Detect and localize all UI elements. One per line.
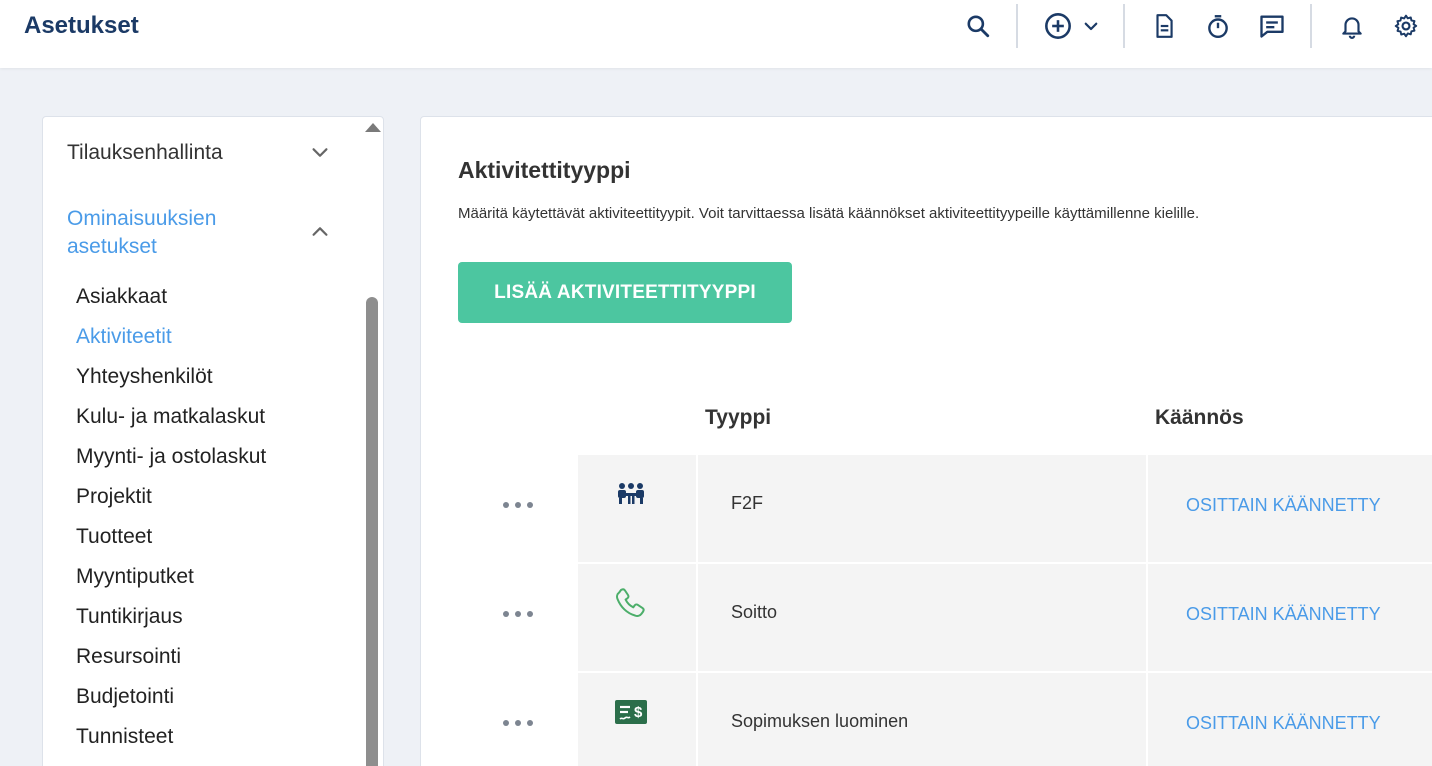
sidebar-item-yhteyshenkilot[interactable]: Yhteyshenkilöt [76,365,213,389]
contract-icon: $ [615,700,647,724]
sidebar-item-myyntiputket[interactable]: Myyntiputket [76,565,194,589]
type-cell: F2F [698,455,1146,562]
sidebar-section-ominaisuuksien-asetukset[interactable]: Ominaisuuksien asetukset [67,205,267,261]
translation-status-link[interactable]: OSITTAIN KÄÄNNETTY [1186,495,1381,516]
toolbar-divider [1016,4,1018,48]
sidebar-section-label: Tilauksenhallinta [67,141,223,164]
sidebar-section-label: Ominaisuuksien asetukset [67,207,217,258]
table-row: $ Sopimuksen luominen OSITTAIN KÄÄNNETTY [421,673,1432,766]
settings-sidebar: Tilauksenhallinta Ominaisuuksien asetuks… [42,116,384,766]
sidebar-item-resursointi[interactable]: Resursointi [76,645,181,669]
chevron-up-icon[interactable] [309,221,331,243]
section-title: Aktivitettityyppi [458,157,631,183]
type-icon-cell [578,455,696,562]
add-activity-type-button[interactable]: LISÄÄ AKTIVITEETTITYYPPI [458,262,792,323]
type-icon-cell: $ [578,673,696,766]
sidebar-item-myynti-ja-ostolaskut[interactable]: Myynti- ja ostolaskut [76,445,266,469]
activity-type-name: F2F [731,493,764,513]
sidebar-item-aktiviteetit[interactable]: Aktiviteetit [76,325,172,349]
scrollbar-thumb[interactable] [366,297,378,766]
sidebar-item-kulu-ja-matkalaskut[interactable]: Kulu- ja matkalaskut [76,405,265,429]
type-cell: Sopimuksen luominen [698,673,1146,766]
activity-type-name: Soitto [731,602,778,622]
table-row: Soitto OSITTAIN KÄÄNNETTY [421,564,1432,671]
sidebar-item-projektit[interactable]: Projektit [76,485,152,509]
bell-icon[interactable] [1336,10,1368,42]
column-header-type: Tyyppi [705,406,772,429]
sidebar-item-budjetointi[interactable]: Budjetointi [76,685,174,709]
stopwatch-icon[interactable] [1202,10,1234,42]
translation-cell: OSITTAIN KÄÄNNETTY [1148,455,1432,562]
more-options-icon[interactable] [503,604,533,624]
section-description: Määritä käytettävät aktiviteettityypit. … [458,205,1200,222]
phone-icon [616,588,645,617]
scroll-up-arrow[interactable] [365,123,381,132]
gear-icon[interactable] [1390,10,1422,42]
sidebar-item-tuntikirjaus[interactable]: Tuntikirjaus [76,605,183,629]
svg-text:$: $ [634,704,643,721]
translation-cell: OSITTAIN KÄÄNNETTY [1148,673,1432,766]
toolbar-divider [1310,4,1312,48]
activity-type-panel: Aktivitettityyppi Määritä käytettävät ak… [420,116,1432,766]
top-bar: Asetukset [0,0,1432,68]
search-icon[interactable] [962,10,994,42]
sidebar-item-asiakkaat[interactable]: Asiakkaat [76,285,167,309]
activity-type-name: Sopimuksen luominen [731,711,909,731]
chevron-down-icon[interactable] [309,142,331,164]
type-icon-cell [578,564,696,671]
chat-icon[interactable] [1256,10,1288,42]
more-options-icon[interactable] [503,713,533,733]
meeting-icon [618,483,644,504]
sidebar-item-tunnisteet[interactable]: Tunnisteet [76,725,173,749]
toolbar-divider [1123,4,1125,48]
type-cell: Soitto [698,564,1146,671]
more-options-icon[interactable] [503,495,533,515]
add-circle-icon[interactable] [1042,10,1074,42]
table-row: F2F OSITTAIN KÄÄNNETTY [421,455,1432,562]
page-title: Asetukset [24,12,139,39]
translation-cell: OSITTAIN KÄÄNNETTY [1148,564,1432,671]
translation-status-link[interactable]: OSITTAIN KÄÄNNETTY [1186,713,1381,734]
chevron-down-icon[interactable] [1076,10,1106,42]
sidebar-item-tuotteet[interactable]: Tuotteet [76,525,152,549]
document-icon[interactable] [1148,10,1180,42]
translation-status-link[interactable]: OSITTAIN KÄÄNNETTY [1186,604,1381,625]
column-header-translation: Käännös [1155,406,1244,429]
